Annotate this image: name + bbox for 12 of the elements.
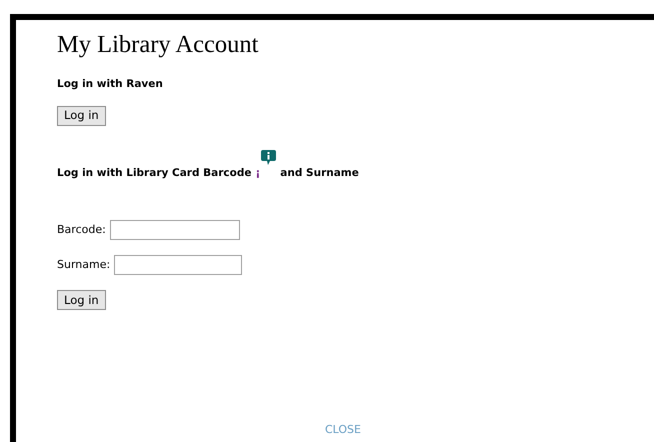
section-heading: Log in with Raven (57, 77, 164, 91)
field-label: Surname: (57, 257, 110, 274)
page-title: My Library Account (57, 30, 260, 60)
input-field[interactable] (110, 220, 240, 240)
info-icon (261, 150, 276, 166)
info-link[interactable]: ¡ (256, 166, 260, 180)
field-label: Barcode: (57, 222, 106, 238)
section-heading: and Surname (280, 166, 359, 180)
input-field[interactable] (114, 255, 242, 276)
login-button[interactable]: Log in (57, 106, 106, 126)
section-heading: Log in with Library Card Barcode (57, 166, 252, 180)
login-button[interactable]: Log in (57, 290, 106, 310)
